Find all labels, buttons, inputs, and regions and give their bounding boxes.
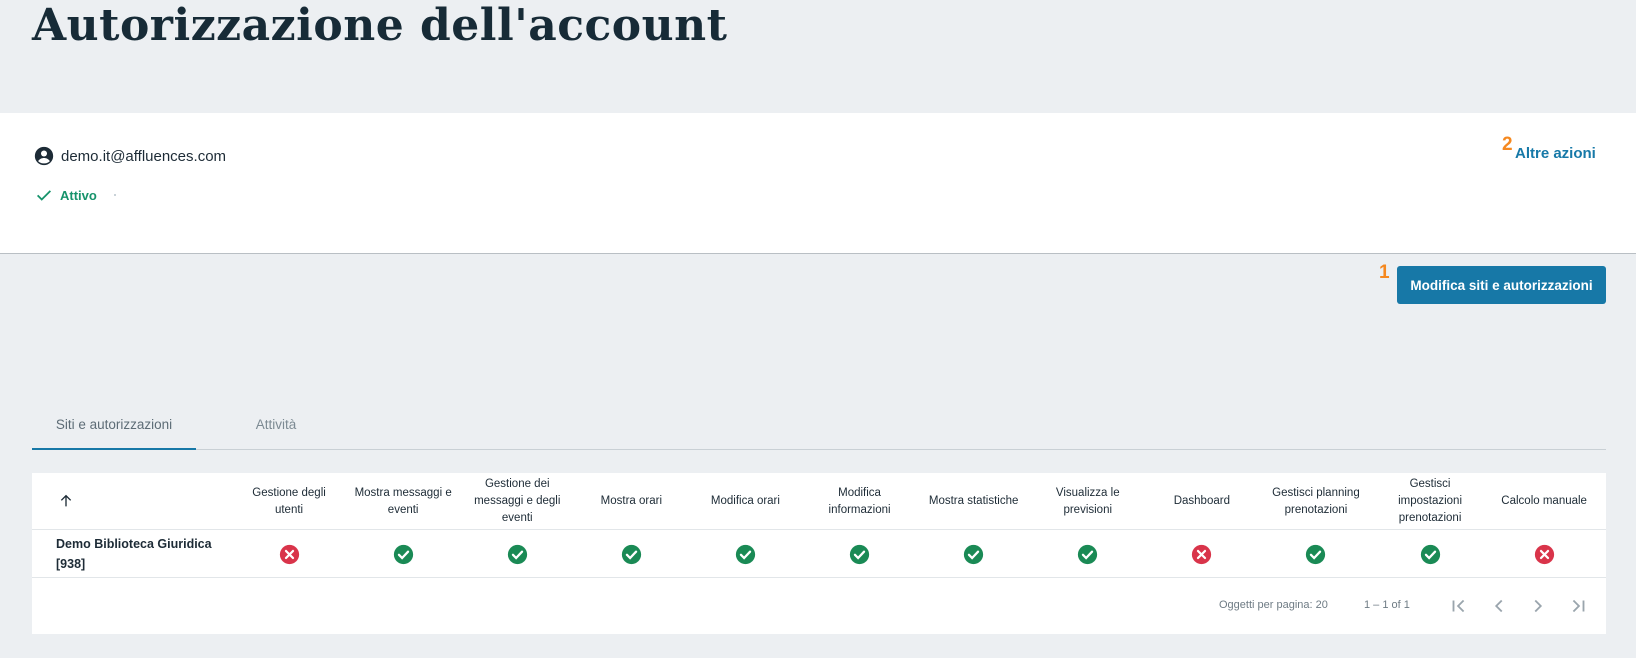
permission-cell: [465, 530, 569, 578]
column-header: Mostra messaggi e eventi: [354, 486, 452, 516]
table-header: Gestione degli utenti Mostra messaggi e e…: [32, 473, 1606, 530]
site-name[interactable]: Demo Biblioteca Giuridica [938]: [56, 534, 226, 574]
permission-cell: [1036, 530, 1140, 578]
column-header: Modifica informazioni: [828, 486, 891, 516]
check-circle-icon: [1306, 544, 1326, 564]
column-header: Gestisci planning prenotazioni: [1272, 486, 1360, 516]
cancel-circle-icon: [1534, 544, 1554, 564]
account-circle-icon: [34, 146, 54, 166]
column-header: Dashboard: [1173, 495, 1230, 507]
column-header: Gestione dei messaggi e degli eventi: [474, 478, 561, 524]
site-id: [938]: [56, 557, 86, 571]
page-range: 1 – 1 of 1: [1364, 599, 1410, 611]
check-circle-icon: [964, 544, 984, 564]
permission-cell: [1150, 530, 1254, 578]
last-page-icon[interactable]: [1567, 595, 1589, 617]
annotation-marker-1: 1: [1379, 262, 1390, 283]
annotation-marker-2: 2: [1502, 134, 1513, 155]
permission-cell: [1378, 530, 1482, 578]
tab-bar: Siti e autorizzazioni Attività: [32, 404, 1606, 450]
column-header: Gestisci impostazioni prenotazioni: [1398, 478, 1462, 524]
tab-activity[interactable]: Attività: [228, 404, 324, 450]
check-circle-icon: [1420, 544, 1440, 564]
pagination: Oggetti per pagina: 20 1 – 1 of 1: [32, 578, 1606, 634]
next-page-icon[interactable]: [1527, 595, 1549, 617]
arrow-up-icon[interactable]: [58, 493, 74, 509]
check-circle-icon: [507, 544, 527, 564]
cancel-circle-icon: [279, 544, 299, 564]
column-header: Mostra orari: [600, 495, 663, 507]
column-header: Calcolo manuale: [1501, 495, 1587, 507]
account-card: demo.it@affluences.com Attivo 2 Altre az…: [0, 113, 1636, 254]
site-name-text: Demo Biblioteca Giuridica: [56, 537, 212, 551]
items-per-page[interactable]: Oggetti per pagina: 20: [1219, 599, 1328, 611]
status-separator: [113, 194, 116, 196]
check-circle-icon: [1078, 544, 1098, 564]
previous-page-icon[interactable]: [1488, 595, 1510, 617]
account-email: demo.it@affluences.com: [61, 147, 227, 165]
permission-cell: [579, 530, 683, 578]
check-circle-icon: [621, 544, 641, 564]
first-page-icon[interactable]: [1448, 595, 1470, 617]
permissions-table: Gestione degli utenti Mostra messaggi e e…: [32, 473, 1606, 634]
check-circle-icon: [849, 544, 870, 564]
edit-sites-permissions-button[interactable]: Modifica siti e autorizzazioni: [1397, 266, 1606, 304]
permission-cell: [1492, 530, 1596, 578]
page-title: Autorizzazione dell'account: [32, 0, 728, 51]
check-circle-icon: [735, 544, 756, 564]
tab-sites-permissions[interactable]: Siti e autorizzazioni: [32, 404, 196, 450]
table-row: Demo Biblioteca Giuridica [938]: [32, 530, 1606, 578]
account-user: demo.it@affluences.com: [33, 145, 226, 167]
cancel-circle-icon: [1192, 544, 1212, 564]
status-label: Attivo: [60, 187, 97, 203]
column-header: Visualizza le previsioni: [1055, 486, 1120, 516]
permission-cell: [351, 530, 455, 578]
column-header: Mostra statistiche: [928, 495, 1019, 507]
check-icon: [36, 190, 52, 201]
account-status: Attivo: [35, 186, 116, 204]
permission-cell: [1264, 530, 1368, 578]
column-header: Gestione degli utenti: [252, 486, 326, 516]
permission-cell: [237, 530, 341, 578]
permission-cell: [922, 530, 1026, 578]
column-header: Modifica orari: [710, 495, 780, 507]
more-actions-link[interactable]: Altre azioni: [1515, 145, 1596, 162]
permission-cell: [693, 530, 797, 578]
permission-cell: [808, 530, 912, 578]
check-circle-icon: [393, 544, 413, 564]
